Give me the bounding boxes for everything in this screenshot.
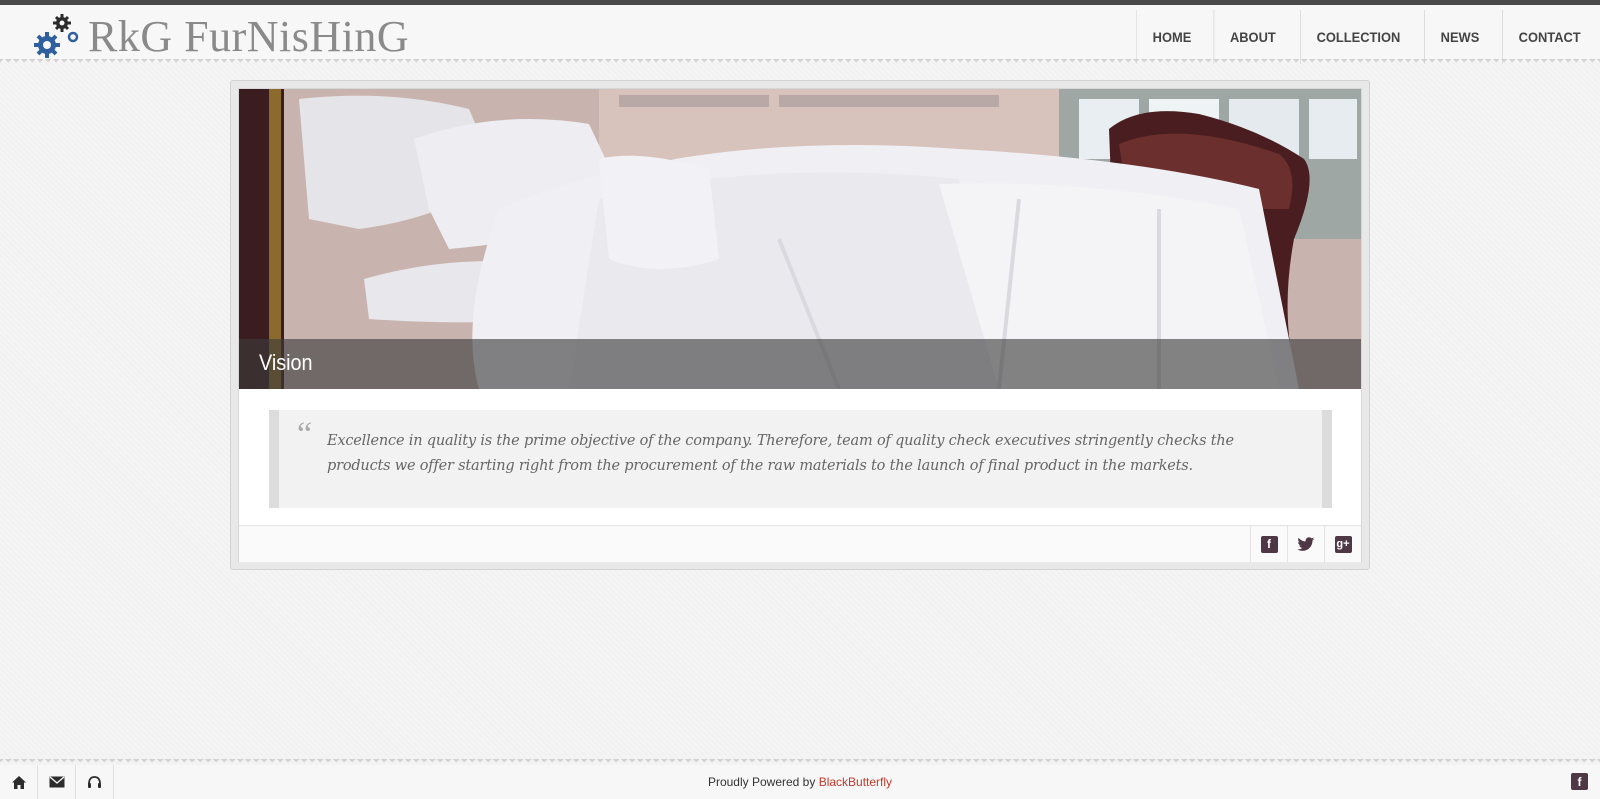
content-card: Vision “ Excellence in quality is the pr… (230, 80, 1370, 570)
footer-facebook-button[interactable]: f (1571, 773, 1588, 790)
site-header: RkG FurNisHinG HOME ABOUT COLLECTION NEW… (0, 5, 1600, 64)
nav-about[interactable]: ABOUT (1213, 10, 1291, 64)
header-zigzag-divider (0, 59, 1600, 65)
powered-by-text: Proudly Powered by BlackButterfly (0, 775, 1600, 789)
share-twitter-button[interactable] (1287, 526, 1324, 562)
facebook-icon: f (1571, 773, 1588, 790)
main-nav: HOME ABOUT COLLECTION NEWS CONTACT (1133, 10, 1600, 64)
nav-home[interactable]: HOME (1135, 10, 1207, 64)
powered-by-link[interactable]: BlackButterfly (819, 775, 892, 789)
hero-image: Vision (239, 89, 1361, 389)
share-facebook-button[interactable]: f (1250, 526, 1287, 562)
logo-text: RkG FurNisHinG (88, 12, 410, 61)
quote-mark-icon: “ (297, 416, 313, 453)
share-buttons: f g+ (1250, 526, 1361, 562)
google-plus-icon: g+ (1334, 535, 1352, 553)
facebook-icon: f (1260, 535, 1278, 553)
powered-by-prefix: Proudly Powered by (707, 775, 816, 789)
site-logo[interactable]: RkG FurNisHinG (32, 12, 432, 62)
nav-news[interactable]: NEWS (1423, 10, 1495, 64)
gears-logo-icon (34, 14, 79, 58)
twitter-icon (1297, 536, 1315, 551)
nav-contact[interactable]: CONTACT (1501, 10, 1596, 64)
vision-blockquote: “ Excellence in quality is the prime obj… (269, 410, 1332, 508)
vision-quote-text: Excellence in quality is the prime objec… (327, 433, 1234, 474)
site-footer: Proudly Powered by BlackButterfly f (0, 765, 1600, 799)
hero-caption-title: Vision (259, 350, 313, 375)
content-card-inner: Vision “ Excellence in quality is the pr… (238, 88, 1362, 562)
nav-collection[interactable]: COLLECTION (1299, 10, 1416, 64)
share-google-plus-button[interactable]: g+ (1324, 526, 1361, 562)
hero-caption-bar: Vision (239, 339, 1361, 389)
card-footer: f g+ (239, 525, 1361, 562)
